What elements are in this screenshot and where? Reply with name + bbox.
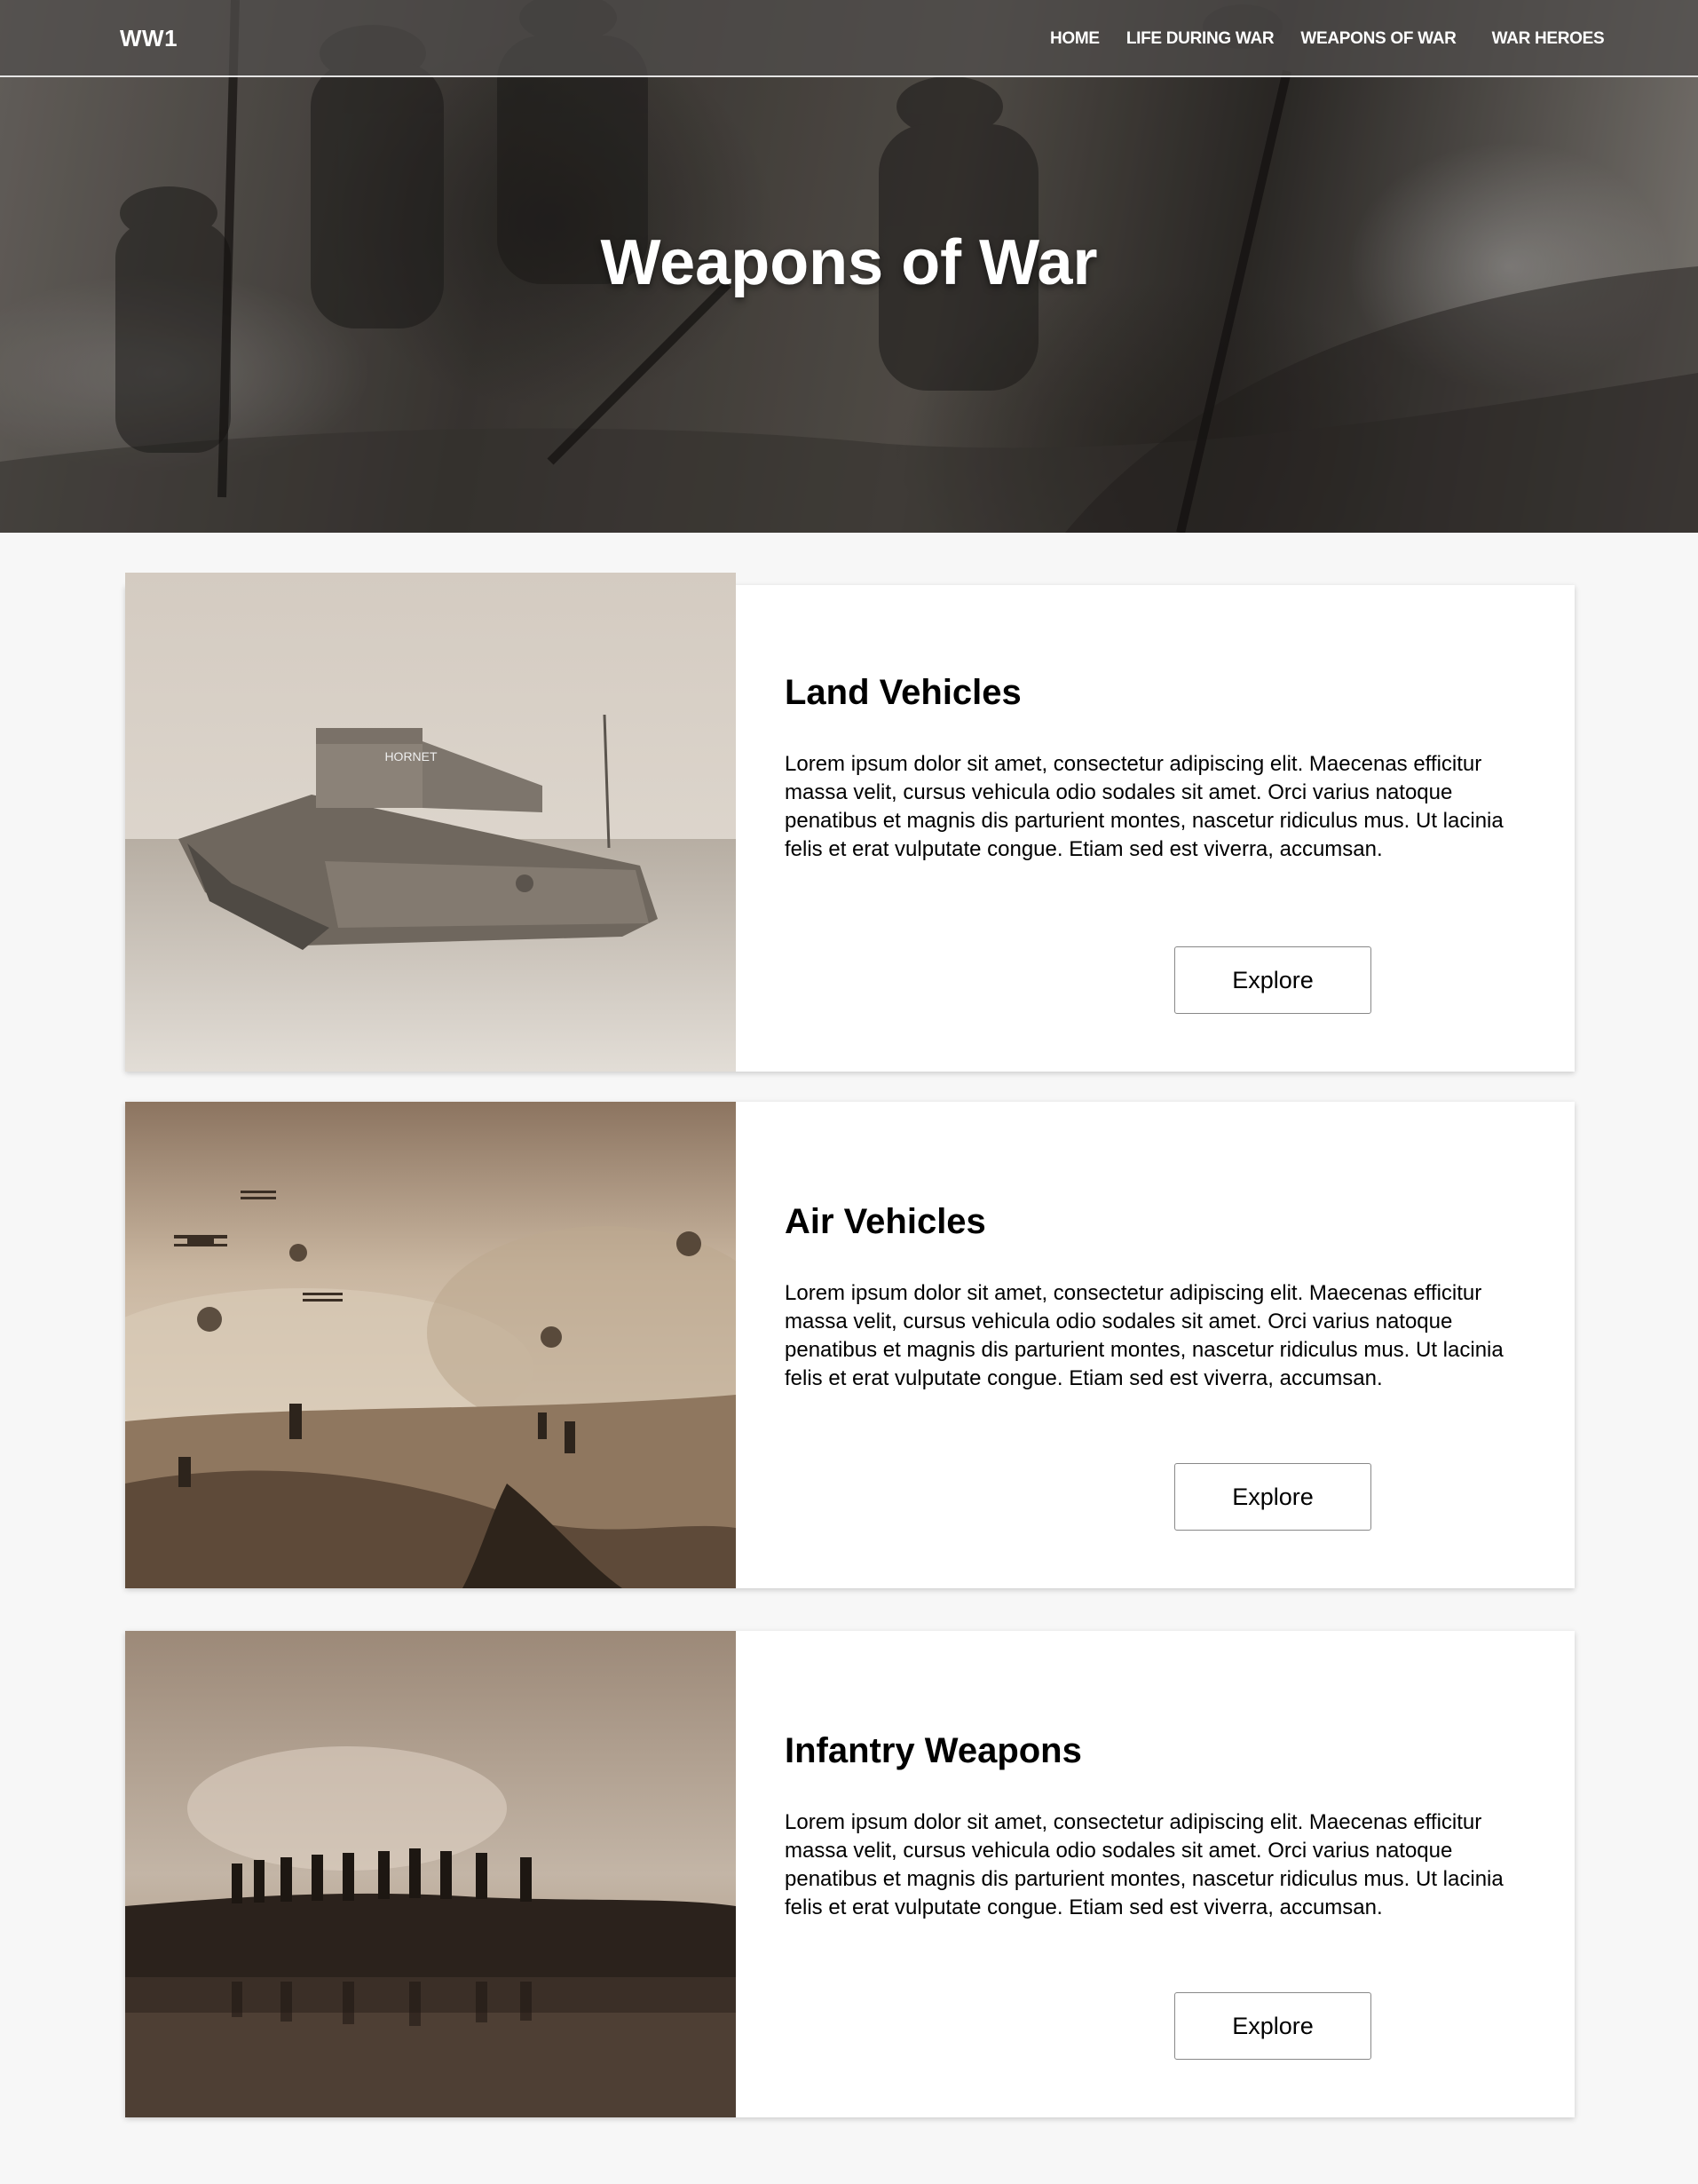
explore-button[interactable]: Explore bbox=[1174, 946, 1371, 1014]
nav-links: HOME LIFE DURING WAR WEAPONS OF WAR WAR … bbox=[1050, 29, 1605, 49]
card-description: Lorem ipsum dolor sit amet, consectetur … bbox=[785, 1810, 1504, 1919]
card-description: Lorem ipsum dolor sit amet, consectetur … bbox=[785, 1281, 1504, 1390]
explore-button[interactable]: Explore bbox=[1174, 1463, 1371, 1531]
weapon-category-list: HORNET Land Vehicles Lorem ipsum dolor s… bbox=[125, 573, 1575, 2160]
card-heading: Infantry Weapons bbox=[785, 1731, 1082, 1770]
card-air-vehicles: Air Vehicles Lorem ipsum dolor sit amet,… bbox=[125, 1102, 1575, 1588]
nav-link-home[interactable]: HOME bbox=[1050, 29, 1100, 49]
card-land-vehicles: HORNET Land Vehicles Lorem ipsum dolor s… bbox=[125, 573, 1575, 1072]
card-heading: Land Vehicles bbox=[785, 673, 1022, 712]
page-title: Weapons of War bbox=[600, 227, 1098, 298]
explore-button[interactable]: Explore bbox=[1174, 1992, 1371, 2060]
tank-name: HORNET bbox=[384, 749, 438, 764]
card-infantry-weapons: Infantry Weapons Lorem ipsum dolor sit a… bbox=[125, 1631, 1575, 2117]
nav-link-life-during-war[interactable]: LIFE DURING WAR bbox=[1126, 29, 1275, 49]
card-heading: Air Vehicles bbox=[785, 1202, 986, 1241]
hero-banner: WW1 HOME LIFE DURING WAR WEAPONS OF WAR … bbox=[0, 0, 1698, 533]
infantry-silhouette-photo bbox=[125, 1631, 736, 2117]
nav-link-war-heroes[interactable]: WAR HEROES bbox=[1492, 29, 1605, 49]
tank-photo: HORNET bbox=[125, 573, 736, 1072]
card-text: Land Vehicles Lorem ipsum dolor sit amet… bbox=[785, 573, 1504, 1072]
brand-logo[interactable]: WW1 bbox=[120, 25, 178, 52]
biplanes-photo bbox=[125, 1102, 736, 1588]
card-text: Infantry Weapons Lorem ipsum dolor sit a… bbox=[785, 1631, 1504, 2117]
card-description: Lorem ipsum dolor sit amet, consectetur … bbox=[785, 752, 1504, 861]
nav-link-weapons-of-war[interactable]: WEAPONS OF WAR bbox=[1300, 29, 1457, 49]
top-navbar: WW1 HOME LIFE DURING WAR WEAPONS OF WAR … bbox=[0, 0, 1698, 77]
card-text: Air Vehicles Lorem ipsum dolor sit amet,… bbox=[785, 1102, 1504, 1588]
